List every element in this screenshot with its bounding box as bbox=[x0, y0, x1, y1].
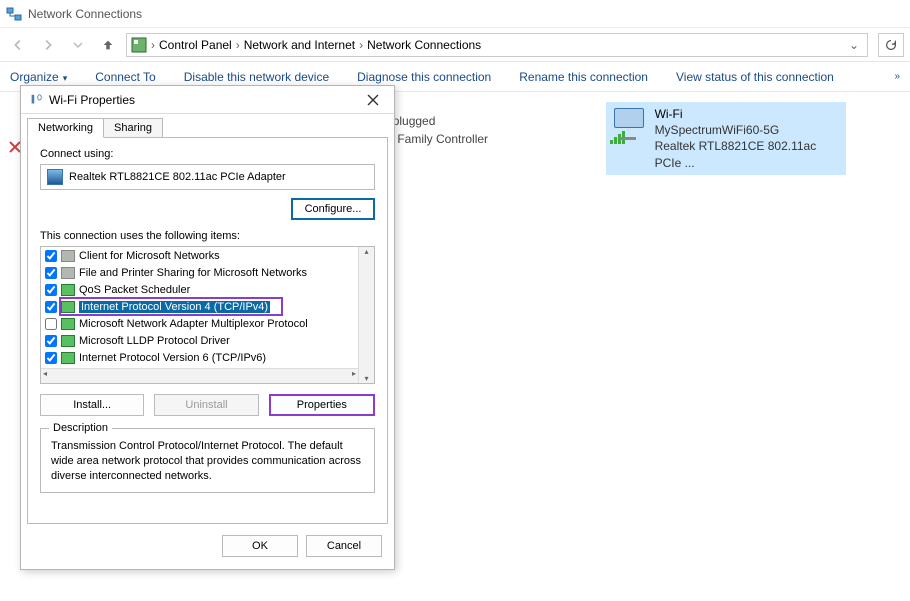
item-label: Microsoft LLDP Protocol Driver bbox=[79, 335, 230, 347]
description-text: Transmission Control Protocol/Internet P… bbox=[51, 439, 364, 484]
item-qos[interactable]: QoS Packet Scheduler bbox=[41, 281, 358, 298]
item-label: Client for Microsoft Networks bbox=[79, 250, 220, 262]
view-status-cmd[interactable]: View status of this connection bbox=[676, 70, 834, 84]
protocol-icon bbox=[61, 301, 75, 313]
overflow-chevrons[interactable]: » bbox=[894, 71, 900, 82]
properties-button[interactable]: Properties bbox=[269, 394, 375, 416]
configure-button[interactable]: Configure... bbox=[291, 198, 375, 220]
wifi-name: Wi-Fi bbox=[655, 106, 842, 122]
item-ipv4[interactable]: Internet Protocol Version 4 (TCP/IPv4) bbox=[41, 298, 358, 315]
service-icon bbox=[61, 267, 75, 279]
wifi-signal-icon bbox=[610, 131, 625, 144]
chevron-right-icon: › bbox=[236, 38, 240, 52]
connect-using-label: Connect using: bbox=[40, 148, 375, 160]
up-button[interactable] bbox=[96, 33, 120, 57]
chevron-right-icon: › bbox=[151, 38, 155, 52]
refresh-button[interactable] bbox=[878, 33, 904, 57]
close-button[interactable] bbox=[360, 90, 386, 110]
item-multiplexor[interactable]: Microsoft Network Adapter Multiplexor Pr… bbox=[41, 315, 358, 332]
cancel-button[interactable]: Cancel bbox=[306, 535, 382, 557]
items-list[interactable]: Client for Microsoft Networks File and P… bbox=[41, 247, 358, 368]
disable-device-cmd[interactable]: Disable this network device bbox=[184, 70, 329, 84]
uninstall-button: Uninstall bbox=[154, 394, 258, 416]
vertical-scrollbar[interactable] bbox=[358, 247, 374, 383]
monitor-icon bbox=[610, 106, 647, 146]
breadcrumb-network-internet[interactable]: Network and Internet bbox=[244, 38, 355, 52]
protocol-icon bbox=[61, 284, 75, 296]
protocol-icon bbox=[61, 318, 75, 330]
item-file-printer-sharing[interactable]: File and Printer Sharing for Microsoft N… bbox=[41, 264, 358, 281]
item-label: Internet Protocol Version 4 (TCP/IPv4) bbox=[79, 301, 270, 313]
items-listbox: Client for Microsoft Networks File and P… bbox=[40, 246, 375, 384]
organize-menu[interactable]: Organize bbox=[10, 70, 67, 84]
checkbox[interactable] bbox=[45, 335, 57, 347]
connect-to-cmd[interactable]: Connect To bbox=[95, 70, 156, 84]
adapter-icon bbox=[47, 169, 63, 185]
window-titlebar: Network Connections bbox=[0, 0, 910, 28]
description-group: Description Transmission Control Protoco… bbox=[40, 428, 375, 493]
item-client-ms-networks[interactable]: Client for Microsoft Networks bbox=[41, 247, 358, 264]
protocol-icon bbox=[61, 335, 75, 347]
checkbox[interactable] bbox=[45, 352, 57, 364]
item-ipv6[interactable]: Internet Protocol Version 6 (TCP/IPv6) bbox=[41, 349, 358, 366]
breadcrumb-control-panel[interactable]: Control Panel bbox=[159, 38, 232, 52]
networking-panel: Connect using: Realtek RTL8821CE 802.11a… bbox=[27, 137, 388, 524]
dialog-actions: OK Cancel bbox=[21, 525, 394, 569]
horizontal-scrollbar[interactable]: ◂▸ bbox=[41, 368, 358, 383]
rename-cmd[interactable]: Rename this connection bbox=[519, 70, 648, 84]
service-icon bbox=[61, 250, 75, 262]
recent-dropdown[interactable] bbox=[66, 33, 90, 57]
wifi-properties-dialog: Wi-Fi Properties Networking Sharing Conn… bbox=[20, 85, 395, 570]
item-label: File and Printer Sharing for Microsoft N… bbox=[79, 267, 307, 279]
tab-strip: Networking Sharing bbox=[21, 114, 394, 138]
item-lldp[interactable]: Microsoft LLDP Protocol Driver bbox=[41, 332, 358, 349]
wifi-adapter-icon bbox=[29, 93, 43, 107]
address-bar[interactable]: › Control Panel › Network and Internet ›… bbox=[126, 33, 868, 57]
dialog-title: Wi-Fi Properties bbox=[49, 93, 135, 107]
wifi-ssid: MySpectrumWiFi60-5G bbox=[655, 122, 842, 138]
checkbox[interactable] bbox=[45, 250, 57, 262]
chevron-right-icon: › bbox=[359, 38, 363, 52]
nav-row: › Control Panel › Network and Internet ›… bbox=[0, 28, 910, 62]
address-dropdown[interactable]: ⌄ bbox=[845, 38, 863, 52]
window-title: Network Connections bbox=[28, 7, 142, 21]
checkbox[interactable] bbox=[45, 318, 57, 330]
control-panel-icon bbox=[131, 37, 147, 53]
network-connections-icon bbox=[6, 6, 22, 22]
item-label: Microsoft Network Adapter Multiplexor Pr… bbox=[79, 318, 308, 330]
tab-sharing[interactable]: Sharing bbox=[103, 118, 163, 138]
item-label: QoS Packet Scheduler bbox=[79, 284, 190, 296]
adapter-name: Realtek RTL8821CE 802.11ac PCIe Adapter bbox=[69, 171, 286, 183]
tab-networking[interactable]: Networking bbox=[27, 118, 104, 138]
checkbox[interactable] bbox=[45, 284, 57, 296]
checkbox[interactable] bbox=[45, 301, 57, 313]
forward-button[interactable] bbox=[36, 33, 60, 57]
dialog-titlebar[interactable]: Wi-Fi Properties bbox=[21, 86, 394, 114]
items-label: This connection uses the following items… bbox=[40, 230, 375, 242]
diagnose-cmd[interactable]: Diagnose this connection bbox=[357, 70, 491, 84]
wifi-connection-item[interactable]: Wi-Fi MySpectrumWiFi60-5G Realtek RTL882… bbox=[606, 102, 846, 175]
checkbox[interactable] bbox=[45, 267, 57, 279]
back-button[interactable] bbox=[6, 33, 30, 57]
ok-button[interactable]: OK bbox=[222, 535, 298, 557]
adapter-box[interactable]: Realtek RTL8821CE 802.11ac PCIe Adapter bbox=[40, 164, 375, 190]
protocol-icon bbox=[61, 352, 75, 364]
item-label: Internet Protocol Version 6 (TCP/IPv6) bbox=[79, 352, 266, 364]
breadcrumb-network-connections[interactable]: Network Connections bbox=[367, 38, 481, 52]
wifi-adapter: Realtek RTL8821CE 802.11ac PCIe ... bbox=[655, 138, 842, 170]
description-legend: Description bbox=[49, 421, 112, 436]
install-button[interactable]: Install... bbox=[40, 394, 144, 416]
